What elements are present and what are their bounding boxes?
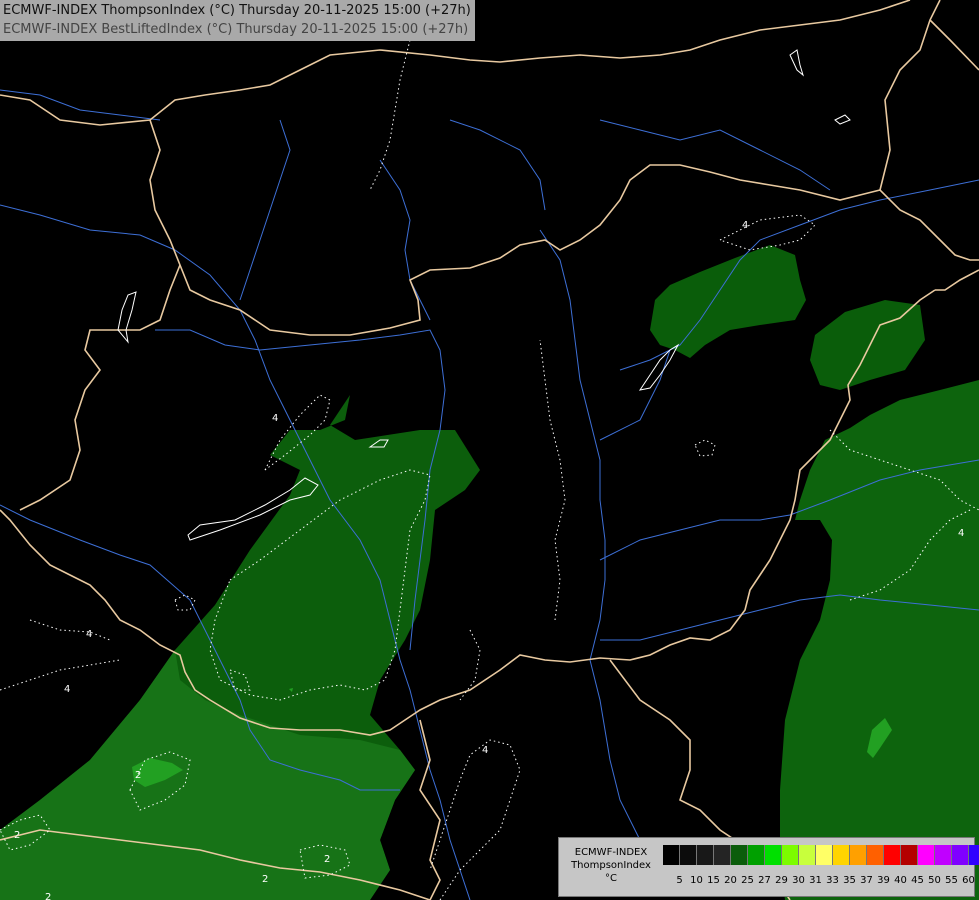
legend-swatch xyxy=(884,845,901,865)
contour-label: 2 xyxy=(324,854,330,865)
legend-tick-label: 31 xyxy=(809,875,822,886)
legend-swatch xyxy=(918,845,935,865)
contour-label: 4 xyxy=(958,528,964,539)
legend-swatch xyxy=(782,845,799,865)
contour-label: 4 xyxy=(272,413,278,424)
legend-swatch xyxy=(833,845,850,865)
legend-swatch xyxy=(714,845,731,865)
legend-swatch xyxy=(816,845,833,865)
legend-tick-label: 5 xyxy=(676,875,683,886)
legend-swatch xyxy=(867,845,884,865)
legend-tick-label: 55 xyxy=(945,875,958,886)
legend-caption: ECMWF-INDEX ThompsonIndex °C xyxy=(563,846,659,885)
legend-swatch xyxy=(765,845,782,865)
legend-swatch xyxy=(952,845,969,865)
legend-tick-label: 30 xyxy=(792,875,805,886)
legend-tick-label: 50 xyxy=(928,875,941,886)
contour-label: 4 xyxy=(742,220,748,231)
legend-swatch xyxy=(680,845,697,865)
legend-swatch xyxy=(663,845,680,865)
contour-label: 4 xyxy=(482,745,488,756)
legend-tick-label: 20 xyxy=(724,875,737,886)
legend-tick-label: 37 xyxy=(860,875,873,886)
legend-tick-label: 29 xyxy=(775,875,788,886)
legend-swatch xyxy=(901,845,918,865)
legend-swatch xyxy=(731,845,748,865)
legend-swatch xyxy=(935,845,952,865)
contour-label: 2 xyxy=(45,892,51,900)
legend-tick-label: 25 xyxy=(741,875,754,886)
contour-label: 2 xyxy=(135,770,141,781)
contour-label: 4 xyxy=(64,684,70,695)
legend-unit: °C xyxy=(605,873,617,884)
legend-tick-label: 60 xyxy=(962,875,975,886)
legend-swatch xyxy=(850,845,867,865)
contour-label: 2 xyxy=(14,830,20,841)
legend-tick-label: 27 xyxy=(758,875,771,886)
legend-swatch xyxy=(969,845,979,865)
contour-label: 4 xyxy=(86,629,92,640)
legend-tick-label: 35 xyxy=(843,875,856,886)
legend-tick-label: 10 xyxy=(690,875,703,886)
legend-tick-label: 45 xyxy=(911,875,924,886)
legend-swatch xyxy=(697,845,714,865)
map-title-line-2: ECMWF-INDEX BestLiftedIndex (°C) Thursda… xyxy=(3,22,469,37)
legend-tick-label: 15 xyxy=(707,875,720,886)
legend-caption-line-2: ThompsonIndex xyxy=(571,860,651,871)
legend-tick-label: 39 xyxy=(877,875,890,886)
legend-tick-label: 33 xyxy=(826,875,839,886)
legend-tick-label: 40 xyxy=(894,875,907,886)
weather-map: 4 4 4 4 4 4 2 2 2 2 2 xyxy=(0,0,979,900)
legend-swatch xyxy=(799,845,816,865)
contour-label: 2 xyxy=(262,874,268,885)
legend-caption-line-1: ECMWF-INDEX xyxy=(574,847,648,858)
legend-tick-labels: 5 10 15 20 25 27 29 30 31 33 35 37 39 40 45 50 55 60 xyxy=(671,875,977,886)
legend-color-scale xyxy=(663,845,979,865)
color-legend: ECMWF-INDEX ThompsonIndex °C 5 10 15 20 25 27… xyxy=(558,837,979,897)
map-title-box: ECMWF-INDEX ThompsonIndex (°C) Thursday … xyxy=(0,0,475,41)
legend-swatch xyxy=(748,845,765,865)
map-title-line-1: ECMWF-INDEX ThompsonIndex (°C) Thursday … xyxy=(3,3,471,18)
